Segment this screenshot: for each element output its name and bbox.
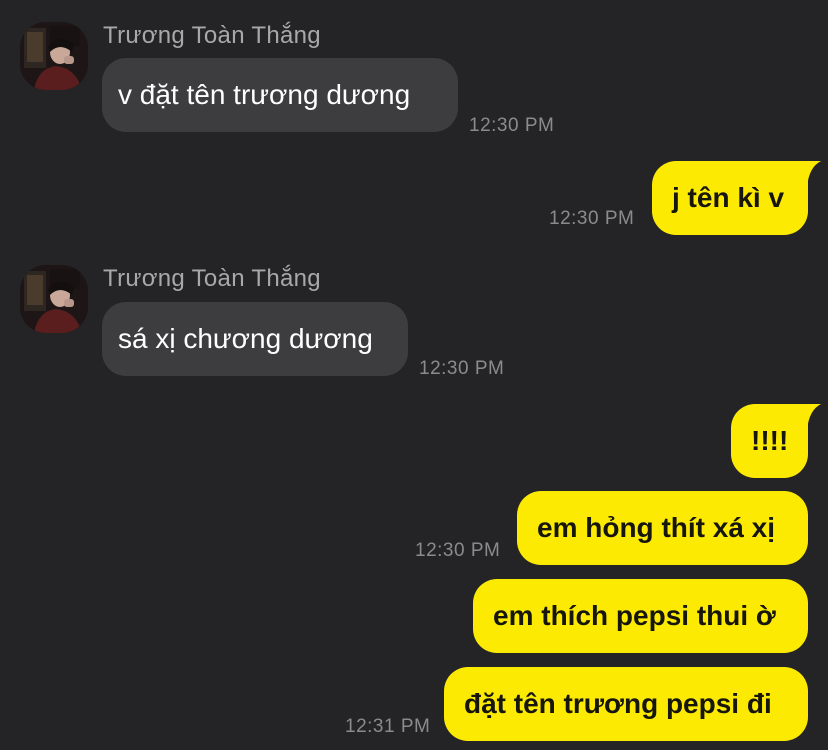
outgoing-message-bubble[interactable]: em hỏng thít xá xị [517,491,808,565]
outgoing-message-bubble[interactable]: j tên kì v [652,161,821,235]
incoming-message-bubble[interactable]: v đặt tên trương dương [102,58,458,132]
message-text: em thích pepsi thui ờ [493,600,776,631]
message-text: j tên kì v [672,182,785,213]
bubble-tail-icon [799,404,821,430]
sender-name: Trương Toàn Thắng [103,265,321,292]
message-timestamp: 12:30 PM [415,540,501,561]
message-text: !!!! [751,425,789,456]
message-timestamp: 12:31 PM [345,716,431,737]
chat-screen: Trương Toàn Thắng v đặt tên trương dương… [0,0,828,750]
outgoing-message-bubble[interactable]: đặt tên trương pepsi đi [444,667,808,741]
bubble-tail-icon [799,161,821,187]
incoming-message-bubble[interactable]: sá xị chương dương [102,302,408,376]
message-timestamp: 12:30 PM [549,208,635,229]
message-text: v đặt tên trương dương [118,79,411,110]
message-timestamp: 12:30 PM [419,358,505,379]
sender-name: Trương Toàn Thắng [103,22,321,49]
avatar-photo-icon [20,22,88,90]
message-text: sá xị chương dương [118,323,373,354]
outgoing-message-bubble[interactable]: !!!! [731,404,821,478]
sender-avatar[interactable] [20,22,88,90]
message-timestamp: 12:30 PM [469,115,555,136]
message-text: đặt tên trương pepsi đi [464,688,772,719]
avatar-photo-icon [20,265,88,333]
message-text: em hỏng thít xá xị [537,512,776,543]
sender-avatar[interactable] [20,265,88,333]
outgoing-message-bubble[interactable]: em thích pepsi thui ờ [473,579,808,653]
